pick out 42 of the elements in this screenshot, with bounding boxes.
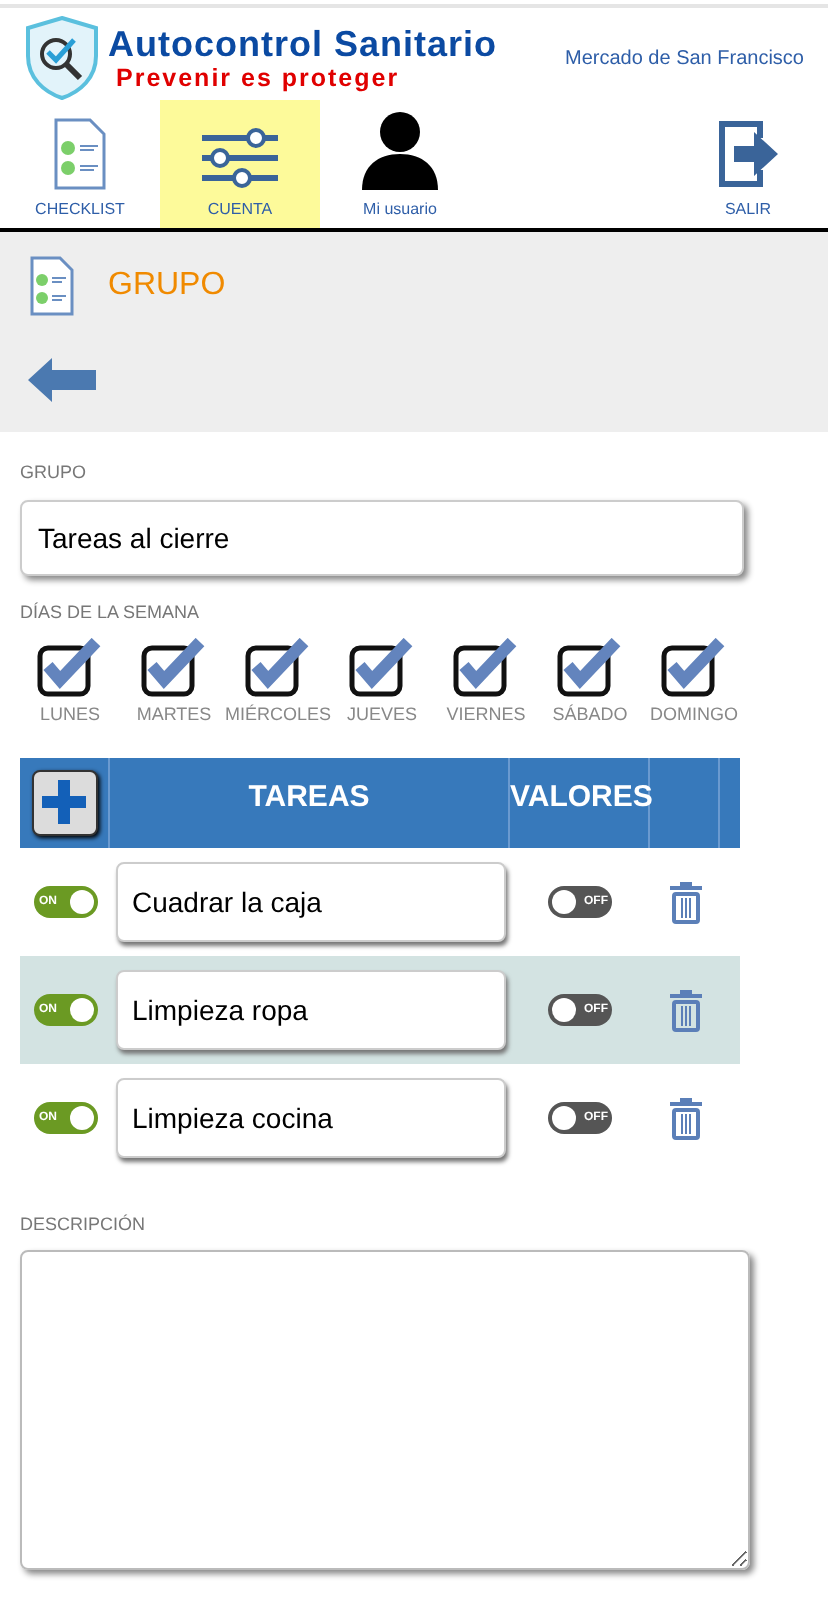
user-icon xyxy=(362,110,438,190)
day-label: DOMINGO xyxy=(650,702,738,728)
checklist-icon xyxy=(28,256,76,316)
day-label: LUNES xyxy=(39,702,100,728)
task-name-field[interactable]: Limpieza ropa xyxy=(116,969,506,1049)
nav-tab[interactable]: CHECKLIST xyxy=(0,100,160,228)
day-label: VIERNES xyxy=(446,702,526,728)
checkbox[interactable] xyxy=(452,638,520,698)
checkbox[interactable] xyxy=(140,638,208,698)
checkbox[interactable] xyxy=(348,638,416,698)
logout-icon xyxy=(716,118,780,190)
add-button[interactable] xyxy=(31,769,97,835)
shield-logo-icon xyxy=(24,16,100,100)
page-title: GRUPO xyxy=(108,266,226,306)
task-name-field[interactable]: Limpieza cocina xyxy=(116,1077,506,1157)
nav-tab[interactable]: SALIR xyxy=(668,100,828,228)
day-label: JUEVES xyxy=(346,702,417,728)
task-name-field[interactable]: Cuadrar la caja xyxy=(116,861,506,941)
plus-icon xyxy=(42,780,86,824)
sliders-icon xyxy=(200,126,280,190)
checklist-icon xyxy=(52,118,108,190)
group-name-field[interactable]: Tareas al cierre xyxy=(20,499,744,575)
brand-title: Autocontrol Sanitario xyxy=(108,23,497,63)
field-label: GRUPO xyxy=(20,460,89,486)
checkbox[interactable] xyxy=(36,638,104,698)
location-text: Mercado de San Francisco xyxy=(564,45,804,73)
trash-icon[interactable] xyxy=(667,987,703,1031)
day-label: MARTES xyxy=(136,702,212,728)
description-field[interactable] xyxy=(20,1250,750,1570)
day-label: MIÉRCOLES xyxy=(225,702,332,728)
back-arrow-icon[interactable] xyxy=(28,356,96,404)
checkbox[interactable] xyxy=(556,638,624,698)
nav-tab[interactable]: Mi usuario xyxy=(320,100,480,228)
nav-tab[interactable]: CUENTA xyxy=(160,100,320,228)
field-label: DÍAS DE LA SEMANA xyxy=(20,599,202,625)
day-label: SÁBADO xyxy=(552,702,628,728)
trash-icon[interactable] xyxy=(667,879,703,923)
slogan: Prevenir es proteger xyxy=(116,63,402,93)
checkbox[interactable] xyxy=(244,638,312,698)
checkbox[interactable] xyxy=(660,638,728,698)
trash-icon[interactable] xyxy=(667,1095,703,1139)
field-label: DESCRIPCIÓN xyxy=(20,1211,148,1237)
